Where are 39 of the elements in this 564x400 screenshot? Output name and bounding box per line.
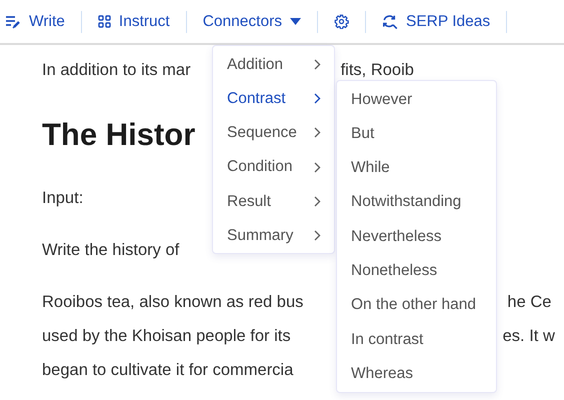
menu-item[interactable]: On the other hand (337, 288, 496, 322)
connectors-dropdown[interactable]: Connectors (186, 10, 317, 34)
chevron-right-icon (314, 196, 321, 207)
menu-item[interactable]: Nonetheless (337, 253, 496, 288)
body-text: began to cultivate it for commercia (42, 360, 294, 381)
menu-item[interactable]: While (337, 150, 496, 185)
chevron-right-icon (314, 58, 321, 70)
pencil-lines-icon (5, 14, 21, 28)
menu-item[interactable]: Nevertheless (337, 219, 496, 254)
menu-item[interactable]: But (337, 116, 496, 151)
grid-icon (98, 15, 111, 28)
serp-ideas-button[interactable]: SERP Ideas (366, 10, 506, 34)
chevron-right-icon (314, 230, 321, 242)
chevron-right-icon (314, 127, 321, 138)
menu-item[interactable]: Notwithstanding (337, 184, 496, 220)
menu-item[interactable]: Sequence (213, 116, 334, 150)
menu-item[interactable]: However (337, 82, 496, 116)
chevron-right-icon (314, 92, 321, 104)
menu-item[interactable]: In contrast (337, 322, 496, 356)
body-text: In addition to its mar (42, 60, 191, 81)
menu-item[interactable]: Whereas (337, 356, 496, 391)
body-text: Write the history of (42, 240, 180, 261)
body-text: Input: (42, 188, 84, 209)
chevron-right-icon (314, 162, 321, 173)
instruct-button[interactable]: Instruct (82, 10, 186, 34)
menu-item[interactable]: Result (213, 184, 334, 218)
body-text: used by the Khoisan people for its (42, 326, 291, 347)
menu-item[interactable]: Condition (213, 150, 334, 184)
write-button[interactable]: Write (0, 10, 81, 34)
menu-item[interactable]: Addition (213, 47, 334, 82)
menu-item[interactable]: Contrast (213, 81, 334, 116)
settings-icon (334, 14, 349, 29)
refresh-search-icon (382, 14, 398, 30)
body-text: fits, Rooib (340, 60, 414, 81)
heading-text: The Histor (42, 116, 196, 154)
menu-item[interactable]: Summary (213, 218, 334, 253)
body-text: Rooibos tea, also known as red bus (42, 292, 304, 313)
body-text: es. It w (502, 326, 555, 347)
body-text: he Ce (507, 292, 552, 313)
